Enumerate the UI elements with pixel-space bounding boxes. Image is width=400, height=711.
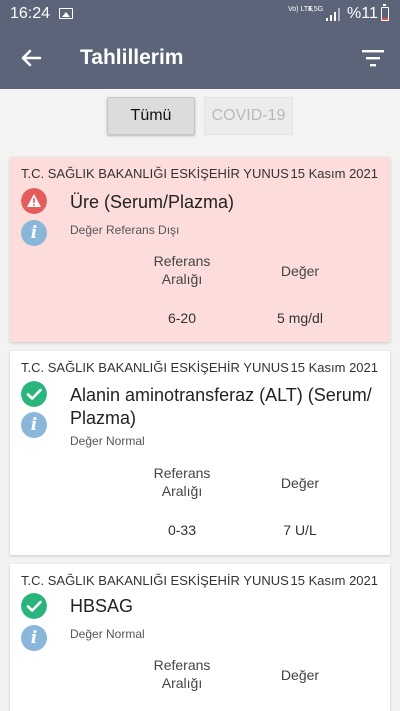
signal-strength-icon (326, 8, 340, 21)
app-bar: Tahlillerim (0, 28, 400, 89)
info-icon[interactable]: i (21, 625, 47, 651)
hospital-name: T.C. SAĞLIK BAKANLIĞI ESKİŞEHİR YUNUS (21, 166, 289, 181)
filter-icon[interactable] (358, 45, 388, 71)
test-status: Değer Normal (70, 627, 145, 641)
check-icon (21, 593, 47, 619)
result-value: 7 U/L (283, 522, 317, 538)
info-icon[interactable]: i (21, 220, 47, 246)
reference-range-label: Referans Aralığı (153, 253, 211, 287)
reference-range-value: 6-20 (167, 310, 197, 326)
test-name: HBSAG (70, 596, 134, 616)
result-value: 5 mg/dl (277, 310, 323, 326)
hospital-name: T.C. SAĞLIK BAKANLIĞI ESKİŞEHİR YUNUS (21, 360, 289, 375)
value-label: Değer (280, 263, 320, 279)
hospital-name: T.C. SAĞLIK BAKANLIĞI ESKİŞEHİR YUNUS (21, 573, 289, 588)
tab-all[interactable]: Tümü (107, 97, 195, 135)
reference-range-label: Referans Aralığı (153, 657, 211, 691)
check-icon (21, 381, 47, 407)
result-date: 15 Kasım 2021 (290, 166, 378, 181)
page-title: Tahlillerim (80, 46, 184, 69)
result-card[interactable]: T.C. SAĞLIK BAKANLIĞI ESKİŞEHİR YUNUS 15… (10, 157, 390, 342)
battery-percentage: %11 (347, 5, 378, 22)
result-date: 15 Kasım 2021 (290, 360, 378, 375)
warning-icon (21, 188, 47, 214)
info-icon[interactable]: i (21, 412, 47, 438)
image-notification-icon (59, 8, 73, 19)
value-label: Değer (280, 667, 320, 683)
network-type-indicator: 4,5G (308, 6, 324, 13)
status-time: 16:24 (10, 5, 51, 22)
result-date: 15 Kasım 2021 (290, 573, 378, 588)
status-bar: 16:24 Vo) LTE 4,5G %11 (0, 0, 400, 28)
results-list[interactable]: T.C. SAĞLIK BAKANLIĞI ESKİŞEHİR YUNUS 15… (0, 143, 400, 711)
value-label: Değer (280, 475, 320, 491)
test-name: Alanin aminotransferaz (ALT) (Serum/ Pla… (70, 385, 372, 428)
tab-covid-19[interactable]: COVID-19 (204, 97, 293, 135)
filter-tabs: Tümü COVID-19 (0, 89, 400, 143)
test-name: Üre (Serum/Plazma) (70, 192, 235, 212)
battery-icon (381, 4, 389, 21)
result-card[interactable]: T.C. SAĞLIK BAKANLIĞI ESKİŞEHİR YUNUS 15… (10, 564, 390, 711)
result-card[interactable]: T.C. SAĞLIK BAKANLIĞI ESKİŞEHİR YUNUS 15… (10, 351, 390, 555)
reference-range-value: 0-33 (167, 522, 197, 538)
reference-range-label: Referans Aralığı (153, 465, 211, 499)
test-status: Değer Normal (70, 434, 145, 448)
back-arrow-icon[interactable] (16, 43, 46, 73)
test-status: Değer Referans Dışı (70, 223, 180, 237)
